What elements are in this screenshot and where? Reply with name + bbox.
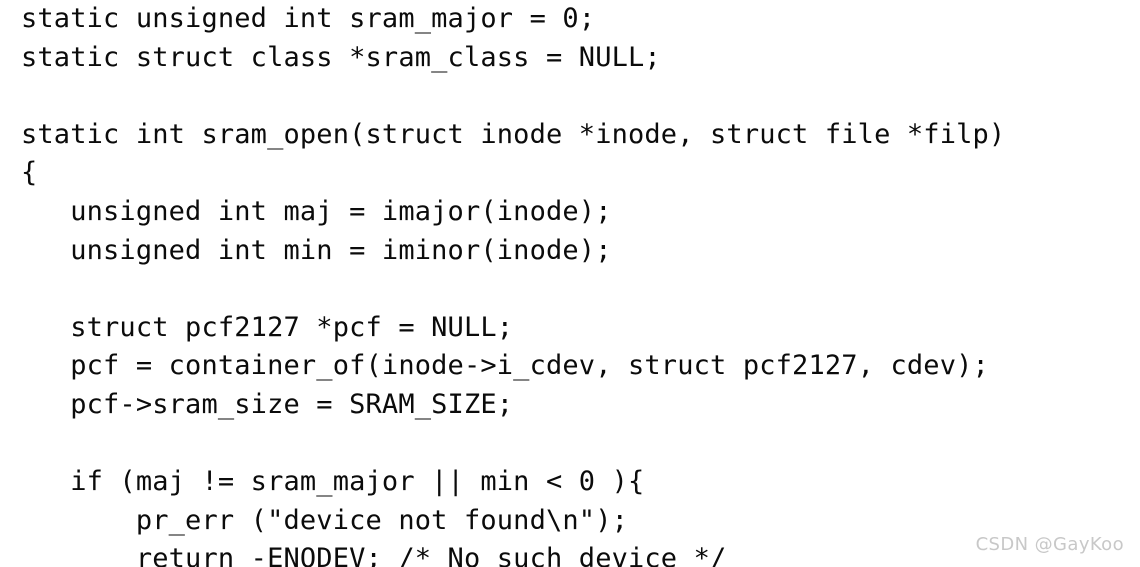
code-line: static unsigned int sram_major = 0; bbox=[21, 3, 596, 34]
code-line: static struct class *sram_class = NULL; bbox=[21, 41, 661, 73]
code-line: struct pcf2127 *pcf = NULL; bbox=[21, 311, 514, 343]
code-line: return -ENODEV; /* No such device */ bbox=[21, 543, 727, 567]
code-line: if (maj != sram_major || min < 0 ){ bbox=[21, 466, 645, 498]
code-line: { bbox=[21, 157, 38, 189]
watermark: CSDN @GayKoo bbox=[975, 534, 1124, 555]
code-line: pcf->sram_size = SRAM_SIZE; bbox=[21, 388, 514, 420]
code-line: static int sram_open(struct inode *inode… bbox=[21, 118, 1006, 150]
code-line: unsigned int maj = imajor(inode); bbox=[21, 195, 612, 227]
code-line: pr_err ("device not found\n"); bbox=[21, 504, 628, 536]
code-line: unsigned int min = iminor(inode); bbox=[21, 234, 612, 266]
code-block: static unsigned int sram_major = 0; stat… bbox=[0, 0, 1140, 567]
screenshot-root: static unsigned int sram_major = 0; stat… bbox=[0, 0, 1140, 567]
code-line: pcf = container_of(inode->i_cdev, struct… bbox=[21, 350, 989, 382]
